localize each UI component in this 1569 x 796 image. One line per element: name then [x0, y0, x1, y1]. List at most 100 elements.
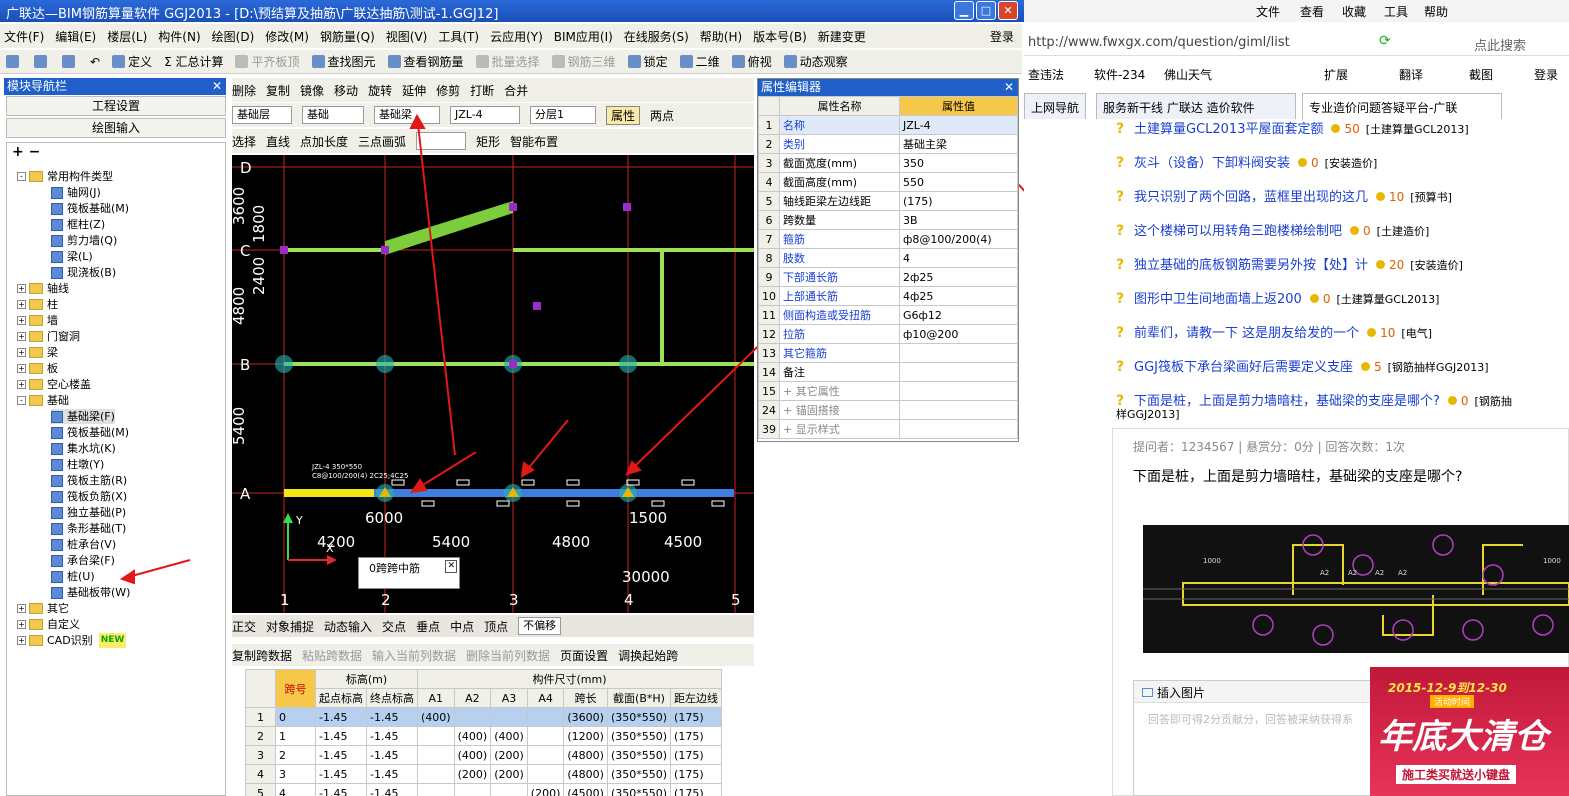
property-value[interactable]: ф8@100/200(4): [899, 229, 1018, 249]
table-cell[interactable]: (400): [453, 726, 492, 746]
property-value[interactable]: 2ф25: [899, 267, 1018, 287]
project-settings-button[interactable]: 工程设置: [6, 96, 226, 116]
2d-button[interactable]: 二维: [679, 53, 720, 70]
table-cell[interactable]: -1.45: [315, 745, 367, 765]
tree-item[interactable]: 桩承台(V): [51, 537, 116, 552]
table-cell[interactable]: (3600): [563, 707, 608, 727]
property-row[interactable]: 12 拉筋 ф10@200: [758, 324, 1018, 344]
table-cell[interactable]: [490, 783, 528, 796]
tree-item[interactable]: 基础板带(W): [51, 585, 130, 600]
question-tag[interactable]: [电气]: [1401, 327, 1432, 340]
copy-button[interactable]: 复制: [266, 82, 290, 99]
table-row[interactable]: 1 0 -1.45 -1.45 (400) (3600) (350*550) (175): [245, 707, 723, 727]
table-cell[interactable]: (350*550): [606, 726, 672, 746]
menu-rebar[interactable]: 钢筋量(Q): [320, 28, 375, 45]
flush-slab-button[interactable]: 平齐板顶: [235, 53, 300, 70]
expand-icon[interactable]: +: [17, 636, 26, 645]
property-row[interactable]: 15 + 其它属性: [758, 381, 1018, 401]
grip-point[interactable]: [533, 302, 541, 310]
table-cell[interactable]: 0: [275, 707, 316, 727]
url-field[interactable]: http://www.fwxgx.com/question/giml/list: [1028, 35, 1290, 50]
intersection-snap[interactable]: 交点: [382, 618, 406, 635]
table-row[interactable]: 2 1 -1.45 -1.45 (400) (400) (1200) (350*550) (17…: [245, 726, 723, 746]
swap-start-span-button[interactable]: 调换起始跨: [618, 647, 678, 664]
property-value[interactable]: [899, 400, 1018, 420]
summary-calc-button[interactable]: Σ 汇总计算: [164, 53, 223, 70]
property-value[interactable]: 4ф25: [899, 286, 1018, 306]
mirror-button[interactable]: 镜像: [300, 82, 324, 99]
lock-button[interactable]: 锁定: [627, 53, 668, 70]
property-value[interactable]: [899, 362, 1018, 382]
menu-cloud[interactable]: 云应用(Y): [490, 28, 543, 45]
property-value[interactable]: JZL-4: [899, 115, 1018, 135]
sublayer-select[interactable]: 分层1: [530, 106, 596, 124]
table-cell[interactable]: (350*550): [606, 707, 672, 727]
property-value[interactable]: [899, 419, 1018, 439]
property-row[interactable]: 11 侧面构造或受扭筋 G6ф12: [758, 305, 1018, 325]
menu-help[interactable]: 帮助: [1424, 3, 1448, 20]
table-cell[interactable]: 1: [275, 726, 316, 746]
question-link[interactable]: 灰斗（设备）下卸料阀安装: [1134, 156, 1290, 171]
copy-span-button[interactable]: 复制跨数据: [232, 647, 292, 664]
property-row[interactable]: 39 + 显示样式: [758, 419, 1018, 439]
translate-button[interactable]: 翻译: [1399, 66, 1423, 83]
beam-a-selected[interactable]: [284, 489, 374, 497]
new-icon[interactable]: [6, 55, 22, 68]
menu-file[interactable]: 文件(F): [4, 28, 44, 45]
type-select[interactable]: 基础梁: [374, 106, 440, 124]
tree-item[interactable]: 独立基础(P): [51, 505, 126, 520]
table-cell[interactable]: (175): [670, 707, 723, 727]
property-row[interactable]: 6 跨数量 3B: [758, 210, 1018, 230]
delete-column-button[interactable]: 删除当前列数据: [466, 647, 550, 664]
menu-tools[interactable]: 工具(T): [438, 28, 479, 45]
beam-a[interactable]: [374, 489, 734, 497]
tab-nav[interactable]: 上网导航: [1024, 93, 1086, 119]
save-icon[interactable]: [62, 55, 78, 68]
tree-item[interactable]: + 柱: [17, 297, 58, 312]
table-cell[interactable]: (400): [490, 726, 528, 746]
define-button[interactable]: 定义: [112, 53, 152, 70]
question-link[interactable]: GGJ筏板下承台梁画好后需要定义支座: [1134, 360, 1353, 375]
question-link[interactable]: 这个楼梯可以用转角三跑楼梯绘制吧: [1134, 224, 1342, 239]
table-cell[interactable]: [453, 707, 492, 727]
grip-point[interactable]: [280, 246, 288, 254]
table-cell[interactable]: (400): [453, 745, 492, 765]
grip-point[interactable]: [381, 246, 389, 254]
property-row[interactable]: 7 箍筋 ф8@100/200(4): [758, 229, 1018, 249]
menu-modify[interactable]: 修改(M): [265, 28, 309, 45]
beam-sloped[interactable]: [385, 201, 513, 255]
expand-collapse-icon[interactable]: + −: [12, 144, 40, 160]
expand-icon[interactable]: +: [17, 620, 26, 629]
promo-banner[interactable]: 2015-12-9到12-30 活动时间 年底大清仓 施工类买就送小键盘: [1370, 667, 1569, 796]
table-cell[interactable]: (350*550): [606, 764, 672, 784]
tree-item[interactable]: 条形基础(T): [51, 521, 126, 536]
table-cell[interactable]: (4800): [563, 745, 608, 765]
tree-item[interactable]: 承台梁(F): [51, 553, 115, 568]
menu-bim[interactable]: BIM应用(I): [554, 28, 613, 45]
table-cell[interactable]: [526, 745, 565, 765]
table-cell[interactable]: 3: [275, 764, 316, 784]
menu-draw[interactable]: 绘图(D): [212, 28, 255, 45]
batch-select-button[interactable]: 批量选择: [475, 53, 540, 70]
tree-item[interactable]: + 梁: [17, 345, 58, 360]
question-tag[interactable]: [土建算量GCL2013]: [1336, 293, 1439, 306]
offset-select[interactable]: 不偏移: [518, 617, 562, 635]
expand-icon[interactable]: +: [17, 316, 26, 325]
table-cell[interactable]: -1.45: [366, 764, 418, 784]
drawing-input-button[interactable]: 绘图输入: [6, 118, 226, 138]
table-cell[interactable]: -1.45: [366, 707, 418, 727]
property-value[interactable]: 550: [899, 172, 1018, 192]
table-cell[interactable]: -1.45: [315, 783, 367, 796]
tree-item[interactable]: 集水坑(K): [51, 441, 116, 456]
tree-item[interactable]: + 轴线: [17, 281, 69, 296]
undo-icon[interactable]: ↶: [90, 55, 100, 69]
table-cell[interactable]: -1.45: [315, 707, 367, 727]
question-link[interactable]: 我只识别了两个回路，蓝框里出现的这几: [1134, 190, 1368, 205]
tree-item[interactable]: 柱墩(Y): [51, 457, 104, 472]
attribute-button[interactable]: 属性: [606, 105, 641, 125]
question-tag[interactable]: [安装造价]: [1325, 157, 1378, 170]
table-cell[interactable]: [526, 726, 565, 746]
tree-item[interactable]: + 其它: [17, 601, 69, 616]
collapse-icon[interactable]: -: [17, 172, 26, 181]
vertex-snap[interactable]: 顶点: [484, 618, 508, 635]
